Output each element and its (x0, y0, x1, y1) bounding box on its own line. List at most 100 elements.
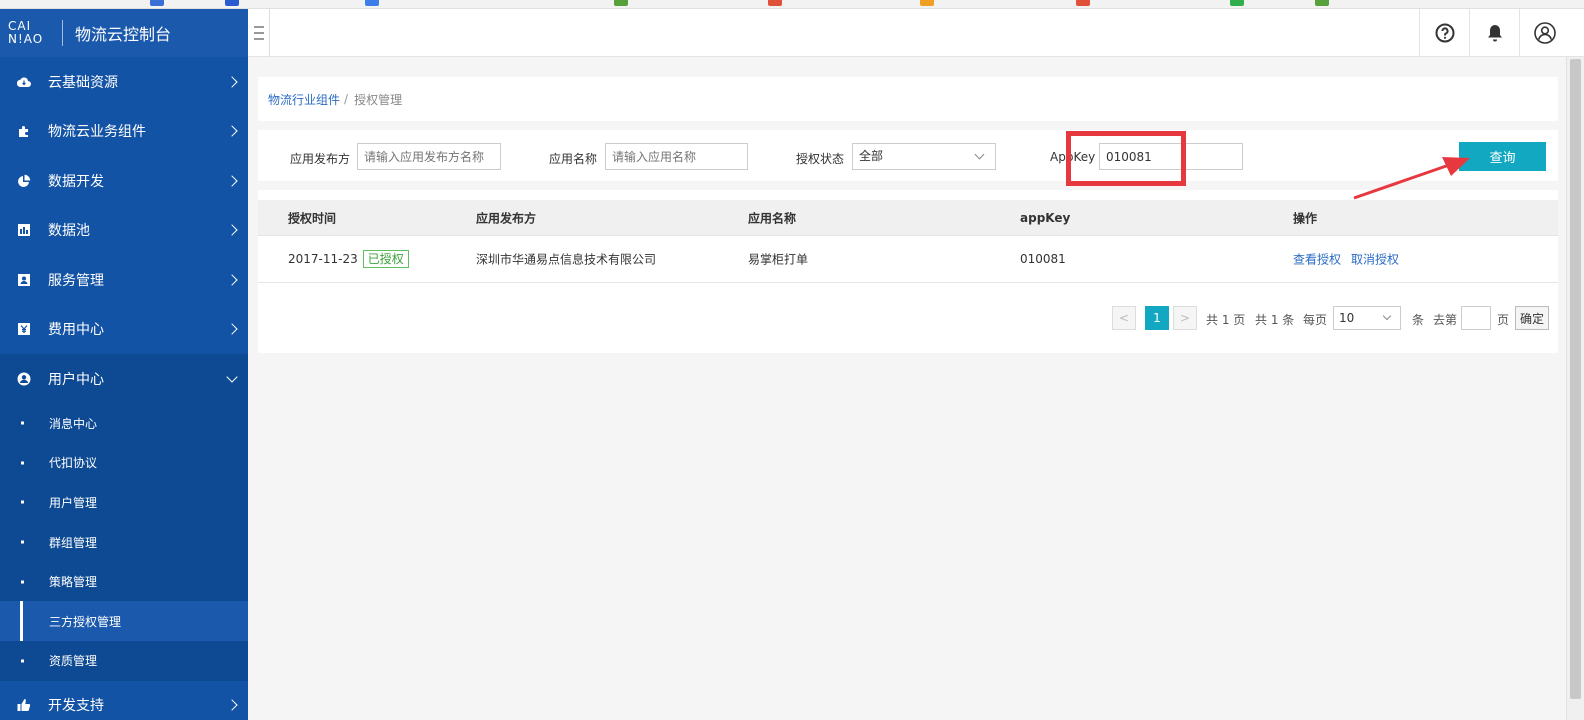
help-button[interactable] (1419, 9, 1469, 57)
total-pages-text: 共 1 页 (1206, 313, 1246, 327)
sidebar-item-label: 用户中心 (48, 371, 104, 388)
bookmark-icon (1315, 0, 1329, 6)
bullet-icon (21, 580, 24, 584)
logo-line: N!AO (8, 32, 44, 46)
bell-icon (1487, 25, 1502, 42)
menu-line (253, 38, 264, 40)
bookmark-icon (1076, 0, 1090, 6)
sidebar-item-cloud-resources[interactable]: 云基础资源 (0, 57, 248, 107)
table-header: 授权时间 应用发布方 应用名称 appKey 操作 (258, 200, 1558, 236)
puzzle-icon (16, 123, 32, 139)
user-icon (1533, 22, 1556, 44)
sidebar-subitem-label: 代扣协议 (49, 456, 98, 471)
per-page-unit: 条 (1412, 313, 1425, 327)
scrollbar-thumb[interactable] (1570, 59, 1581, 699)
bullet-icon (21, 461, 24, 465)
chevron-right-icon (226, 125, 238, 137)
sidebar-subitem-deduction-agreement[interactable]: 代扣协议 (0, 443, 248, 483)
column-header: 操作 (1293, 211, 1318, 225)
bookmark-icon (1230, 0, 1244, 6)
pagination: < 1 > 共 1 页 共 1 条 每页 10 条 去第 页 确定 (258, 306, 1558, 330)
sidebar: CAI N!AO 物流云控制台 云基础资源 物流云业务组件 数据开发 数据池 服… (0, 9, 248, 720)
per-page-select[interactable]: 10 (1333, 306, 1401, 330)
sidebar-subitem-policy-management[interactable]: 策略管理 (0, 561, 248, 602)
chevron-right-icon (226, 323, 238, 335)
filter-bar: 应用发布方 应用名称 授权状态 全部 AppKey 查询 (258, 130, 1558, 186)
bookmark-icon (150, 0, 164, 6)
column-header: appKey (1020, 210, 1071, 225)
logo-bar[interactable]: CAI N!AO 物流云控制台 (0, 9, 248, 57)
sidebar-item-label: 费用中心 (48, 322, 104, 339)
logo-divider (62, 20, 63, 46)
user-profile-button[interactable] (1519, 9, 1569, 57)
scrollbar[interactable] (1566, 57, 1584, 720)
bullet-icon (21, 421, 24, 425)
sidebar-item-business-components[interactable]: 物流云业务组件 (0, 106, 248, 156)
help-icon (1435, 23, 1454, 43)
sidebar-item-data-development[interactable]: 数据开发 (0, 156, 248, 206)
menu-line (253, 32, 264, 34)
sidebar-item-label: 云基础资源 (48, 74, 118, 91)
column-header: 授权时间 (288, 211, 337, 225)
console-title: 物流云控制台 (75, 25, 172, 44)
bar-chart-icon (16, 222, 32, 238)
sidebar-item-billing-center[interactable]: 费用中心 (0, 304, 248, 354)
goto-unit: 页 (1497, 313, 1510, 327)
sidebar-collapse-handle[interactable] (248, 9, 270, 57)
sidebar-subitem-user-management[interactable]: 用户管理 (0, 482, 248, 523)
view-auth-link[interactable]: 查看授权 (1293, 253, 1341, 267)
prev-page-button[interactable]: < (1112, 306, 1136, 330)
chevron-right-icon (226, 274, 238, 286)
app-name-label: 应用名称 (549, 152, 598, 166)
notifications-button[interactable] (1469, 9, 1519, 57)
chevron-right-icon (226, 76, 238, 88)
sidebar-subitem-group-management[interactable]: 群组管理 (0, 522, 248, 562)
sidebar-subitem-label: 三方授权管理 (49, 614, 122, 629)
status-select[interactable]: 全部 (852, 143, 996, 170)
sidebar-subitem-label: 用户管理 (49, 495, 98, 510)
chevron-right-icon (226, 699, 238, 712)
sidebar-subitem-label: 资质管理 (49, 654, 98, 669)
sidebar-item-label: 开发支持 (48, 698, 104, 715)
cainiao-logo: CAI N!AO (8, 20, 52, 46)
chevron-down-icon (1382, 311, 1392, 321)
goto-label: 去第 (1433, 313, 1458, 327)
query-button[interactable]: 查询 (1459, 142, 1546, 171)
sidebar-item-data-pool[interactable]: 数据池 (0, 205, 248, 255)
column-header: 应用名称 (748, 211, 797, 225)
sidebar-item-dev-support[interactable]: 开发支持 (0, 680, 248, 720)
sidebar-subitem-third-party-auth[interactable]: 三方授权管理 (0, 601, 248, 642)
highlight-annotation-box (1066, 131, 1186, 186)
page-number-button[interactable]: 1 (1145, 306, 1169, 330)
chevron-down-icon (974, 149, 985, 160)
breadcrumb: 物流行业组件 / 授权管理 (258, 77, 1558, 121)
sidebar-item-service-management[interactable]: 服务管理 (0, 255, 248, 305)
sidebar-subitem-label: 群组管理 (49, 535, 98, 550)
sidebar-subitem-message-center[interactable]: 消息中心 (0, 403, 248, 444)
bullet-icon (21, 500, 24, 504)
breadcrumb-link[interactable]: 物流行业组件 (268, 91, 340, 108)
cancel-auth-link[interactable]: 取消授权 (1351, 253, 1399, 267)
sidebar-item-label: 服务管理 (48, 272, 104, 289)
sidebar-subitem-qualification-management[interactable]: 资质管理 (0, 641, 248, 681)
goto-page-input[interactable] (1461, 306, 1491, 330)
cloud-icon (16, 74, 32, 90)
appkey-cell: 010081 (1020, 252, 1066, 266)
sidebar-item-user-center[interactable]: 用户中心 (0, 354, 248, 404)
goto-confirm-button[interactable]: 确定 (1515, 306, 1549, 330)
sidebar-subitem-label: 消息中心 (49, 416, 98, 431)
publisher-input[interactable] (357, 143, 501, 170)
id-card-icon (16, 272, 32, 288)
sidebar-item-label: 数据开发 (48, 173, 104, 190)
next-page-button[interactable]: > (1173, 306, 1197, 330)
app-name-input[interactable] (605, 143, 748, 170)
user-circle-icon (16, 371, 32, 387)
sidebar-item-label: 物流云业务组件 (48, 124, 146, 141)
auth-date: 2017-11-23 (288, 252, 358, 266)
pie-chart-icon (16, 173, 32, 189)
auth-table: 授权时间 应用发布方 应用名称 appKey 操作 2017-11-23 已授权 … (258, 190, 1558, 353)
bookmark-icon (920, 0, 934, 6)
menu-line (253, 26, 264, 28)
chevron-right-icon (226, 224, 238, 236)
column-header: 应用发布方 (476, 211, 537, 225)
